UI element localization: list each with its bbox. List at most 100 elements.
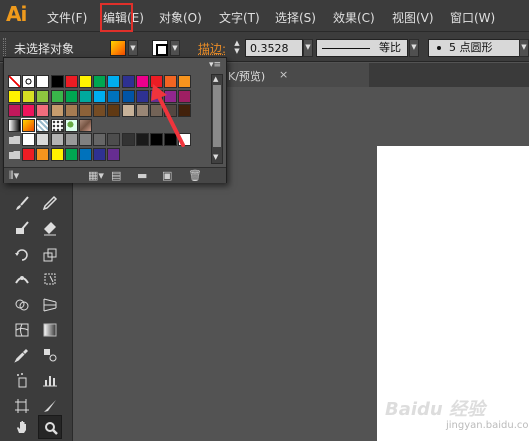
eraser-icon[interactable]: [38, 216, 62, 240]
color-swatch[interactable]: [107, 75, 121, 88]
swatch-libraries-icon[interactable]: ⫴▾: [9, 169, 19, 183]
menu-type[interactable]: 文字(T): [219, 9, 260, 26]
menu-select[interactable]: 选择(S): [275, 9, 316, 26]
panel-scrollbar[interactable]: ▲ ▼: [211, 74, 223, 164]
color-swatch[interactable]: [178, 133, 192, 146]
color-swatch[interactable]: [8, 104, 21, 117]
color-swatch[interactable]: [36, 118, 50, 132]
stroke-weight-input[interactable]: 0.3528: [245, 39, 303, 57]
color-swatch[interactable]: [107, 89, 121, 103]
color-swatch[interactable]: [79, 118, 92, 132]
stroke-color-swatch[interactable]: [152, 40, 168, 56]
color-swatch[interactable]: [79, 147, 92, 161]
color-swatch[interactable]: [164, 89, 178, 103]
color-swatch[interactable]: [22, 89, 36, 103]
color-swatch[interactable]: [178, 75, 192, 88]
shape-builder-icon[interactable]: [10, 293, 34, 317]
color-group-folder-icon[interactable]: [8, 147, 21, 161]
scroll-up-icon[interactable]: ▲: [213, 75, 218, 83]
panel-menu-icon[interactable]: ▾≡: [209, 60, 221, 70]
menu-effect[interactable]: 效果(C): [333, 9, 375, 26]
menu-object[interactable]: 对象(O): [159, 9, 202, 26]
color-swatch[interactable]: [93, 89, 107, 103]
color-swatch[interactable]: [150, 75, 163, 88]
hand-icon[interactable]: [10, 415, 34, 439]
stroke-dropdown-button[interactable]: ▼: [170, 40, 180, 56]
color-swatch[interactable]: [50, 75, 64, 88]
eyedropper-icon[interactable]: [10, 343, 34, 367]
color-swatch[interactable]: [22, 75, 36, 88]
color-swatch[interactable]: [36, 133, 50, 146]
color-swatch[interactable]: [8, 118, 21, 132]
color-swatch[interactable]: [178, 104, 192, 117]
color-swatch[interactable]: [64, 89, 78, 103]
color-swatch[interactable]: [107, 147, 121, 161]
column-graph-icon[interactable]: [38, 368, 62, 392]
color-swatch[interactable]: [93, 75, 107, 88]
stroke-weight-dropdown[interactable]: ▼: [303, 39, 313, 57]
delete-swatch-icon[interactable]: 🗑: [188, 169, 202, 182]
color-swatch[interactable]: [135, 104, 149, 117]
color-swatch[interactable]: [22, 147, 36, 161]
color-swatch[interactable]: [79, 104, 92, 117]
panel-grip[interactable]: [3, 38, 6, 56]
color-swatch[interactable]: [36, 89, 50, 103]
color-swatch[interactable]: [121, 89, 135, 103]
color-swatch[interactable]: [8, 75, 21, 88]
color-swatch[interactable]: [64, 104, 78, 117]
rotate-icon[interactable]: [10, 243, 34, 267]
menu-file[interactable]: 文件(F): [47, 9, 87, 26]
color-swatch[interactable]: [64, 133, 78, 146]
fill-dropdown-button[interactable]: ▼: [128, 40, 138, 56]
color-swatch[interactable]: [164, 133, 178, 146]
menu-view[interactable]: 视图(V): [392, 9, 434, 26]
color-swatch[interactable]: [121, 104, 135, 117]
color-swatch[interactable]: [50, 133, 64, 146]
color-swatch[interactable]: [79, 133, 92, 146]
color-swatch[interactable]: [135, 133, 149, 146]
color-swatch[interactable]: [150, 104, 163, 117]
color-swatch[interactable]: [64, 118, 78, 132]
color-swatch[interactable]: [50, 104, 64, 117]
zoom-icon[interactable]: [38, 415, 62, 439]
width-icon[interactable]: [10, 267, 34, 291]
color-swatch[interactable]: [178, 89, 192, 103]
color-swatch[interactable]: [121, 133, 135, 146]
color-swatch[interactable]: [21, 117, 37, 133]
menu-window[interactable]: 窗口(W): [450, 9, 495, 26]
color-swatch[interactable]: [64, 147, 78, 161]
document-tab[interactable]: K/预览) ×: [223, 63, 369, 87]
color-swatch[interactable]: [50, 118, 64, 132]
pencil-icon[interactable]: [38, 191, 62, 215]
color-swatch[interactable]: [93, 133, 107, 146]
color-swatch[interactable]: [164, 104, 178, 117]
profile-dropdown[interactable]: ▼: [409, 39, 419, 57]
color-swatch[interactable]: [50, 147, 64, 161]
close-icon[interactable]: ×: [279, 68, 288, 81]
blob-brush-icon[interactable]: [10, 216, 34, 240]
blend-icon[interactable]: [38, 343, 62, 367]
color-swatch[interactable]: [36, 75, 50, 88]
color-swatch[interactable]: [50, 89, 64, 103]
variable-width-profile[interactable]: 等比: [316, 39, 408, 57]
color-swatch[interactable]: [36, 147, 50, 161]
stroke-weight-stepper[interactable]: ▲ ▼: [232, 39, 242, 56]
color-swatch[interactable]: [93, 147, 107, 161]
color-swatch[interactable]: [121, 75, 135, 88]
color-swatch[interactable]: [135, 89, 149, 103]
perspective-grid-icon[interactable]: [38, 293, 62, 317]
color-swatch[interactable]: [22, 133, 36, 146]
brush-dropdown[interactable]: ▼: [519, 39, 529, 57]
scroll-thumb[interactable]: [213, 85, 221, 147]
mesh-icon[interactable]: [10, 318, 34, 342]
scroll-down-icon[interactable]: ▼: [213, 153, 218, 161]
color-swatch[interactable]: [93, 104, 107, 117]
symbol-sprayer-icon[interactable]: [10, 368, 34, 392]
color-group-folder-icon[interactable]: [8, 133, 21, 146]
paintbrush-icon[interactable]: [10, 191, 34, 215]
fill-color-swatch[interactable]: [110, 40, 126, 56]
new-color-group-icon[interactable]: ▬: [137, 169, 147, 182]
color-swatch[interactable]: [64, 75, 78, 88]
color-swatch[interactable]: [79, 89, 92, 103]
stroke-label[interactable]: 描边:: [198, 40, 226, 57]
